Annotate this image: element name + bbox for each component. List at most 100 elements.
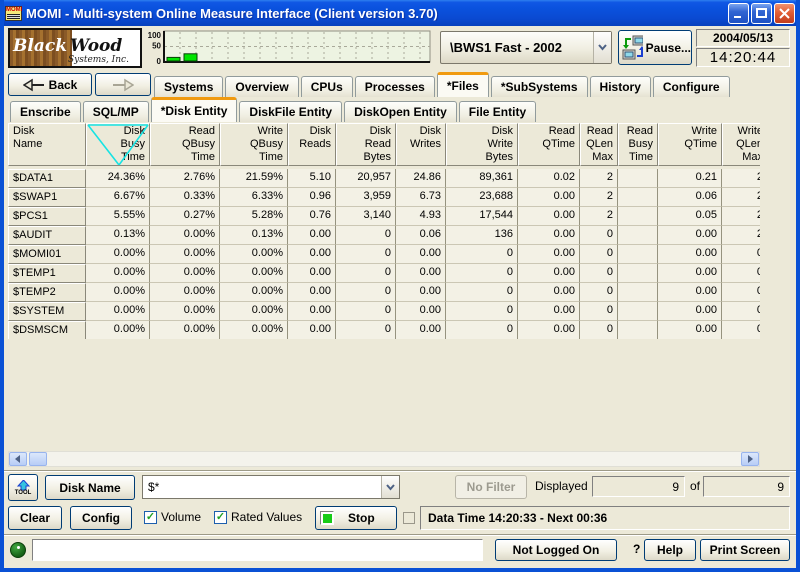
- not-logged-on-button[interactable]: Not Logged On: [495, 539, 617, 561]
- table-cell: 0.06: [658, 188, 722, 207]
- minimize-button[interactable]: [728, 3, 749, 24]
- disk-name-cell[interactable]: $AUDIT: [8, 226, 86, 245]
- table-row: $AUDIT0.13%0.00%0.13%0.0000.061360.0000.…: [8, 226, 760, 245]
- table-cell: 0.00: [288, 283, 336, 302]
- table-cell: 0.00%: [150, 283, 220, 302]
- column-header-disk-busy-time[interactable]: Disk Busy Time: [86, 123, 150, 166]
- scroll-left-button[interactable]: [9, 452, 27, 466]
- column-header-read-qlen-max[interactable]: Read QLen Max: [580, 123, 618, 166]
- column-header-read-qbusy-time[interactable]: Read QBusy Time: [150, 123, 220, 166]
- config-button[interactable]: Config: [70, 506, 132, 530]
- table-cell: 6.67%: [86, 188, 150, 207]
- table-cell: 2: [722, 188, 760, 207]
- tab-files[interactable]: *Files: [437, 72, 489, 97]
- scrollbar-track[interactable]: [47, 452, 741, 466]
- subtab-diskfile-entity[interactable]: DiskFile Entity: [239, 101, 342, 122]
- pause-button[interactable]: Pause...: [618, 30, 692, 65]
- forward-button[interactable]: [95, 73, 151, 96]
- svg-text:50: 50: [152, 42, 161, 51]
- table-cell: 0.00: [658, 283, 722, 302]
- disk-name-cell[interactable]: $TEMP2: [8, 283, 86, 302]
- table-cell: 6.33%: [220, 188, 288, 207]
- scroll-right-button[interactable]: [741, 452, 759, 466]
- column-header-disk-write-bytes[interactable]: Disk Write Bytes: [446, 123, 518, 166]
- sub-tab-bar: EnscribeSQL/MP*Disk EntityDiskFile Entit…: [4, 97, 796, 122]
- column-header-disk-name[interactable]: Disk Name: [8, 123, 86, 166]
- table-row: $TEMP20.00%0.00%0.00%0.0000.0000.0000.00…: [8, 283, 760, 302]
- table-cell: 0.00: [288, 226, 336, 245]
- column-header-disk-read-bytes[interactable]: Disk Read Bytes: [336, 123, 396, 166]
- tab-overview[interactable]: Overview: [225, 76, 298, 97]
- subtab-sql-mp[interactable]: SQL/MP: [83, 101, 149, 122]
- disk-name-cell[interactable]: $DSMSCM: [8, 321, 86, 339]
- disk-name-cell[interactable]: $MOMI01: [8, 245, 86, 264]
- filter-dropdown-button[interactable]: [381, 476, 399, 498]
- filter-pattern-combobox[interactable]: $*: [142, 475, 400, 499]
- total-count-field: 9: [703, 476, 790, 497]
- column-header-read-qtime[interactable]: Read QTime: [518, 123, 580, 166]
- status-pin-checkbox[interactable]: [403, 512, 415, 524]
- table-cell: 20,957: [336, 169, 396, 188]
- column-header-disk-reads[interactable]: Disk Reads: [288, 123, 336, 166]
- table-row: $SYSTEM0.00%0.00%0.00%0.0000.0000.0000.0…: [8, 302, 760, 321]
- tab-systems[interactable]: Systems: [154, 76, 223, 97]
- subtab-enscribe[interactable]: Enscribe: [10, 101, 81, 122]
- column-header-write-qbusy-time[interactable]: Write QBusy Time: [220, 123, 288, 166]
- table-cell: 0: [446, 321, 518, 339]
- column-header-disk-writes[interactable]: Disk Writes: [396, 123, 446, 166]
- table-cell: 0.00: [396, 245, 446, 264]
- table-cell: 21.59%: [220, 169, 288, 188]
- disk-name-cell[interactable]: $SWAP1: [8, 188, 86, 207]
- scrollbar-thumb[interactable]: [29, 452, 47, 466]
- disk-name-cell[interactable]: $TEMP1: [8, 264, 86, 283]
- horizontal-scrollbar[interactable]: [8, 451, 760, 467]
- disk-name-cell[interactable]: $PCS1: [8, 207, 86, 226]
- tool-label: TOOL: [15, 490, 32, 496]
- table-cell: 0.00%: [220, 245, 288, 264]
- maximize-button[interactable]: [751, 3, 772, 24]
- system-select-combobox[interactable]: \BWS1 Fast - 2002: [440, 31, 612, 64]
- table-cell: 24.36%: [86, 169, 150, 188]
- back-button[interactable]: Back: [8, 73, 92, 96]
- print-screen-button[interactable]: Print Screen: [700, 539, 790, 561]
- column-header-write-qlen-max[interactable]: Write QLen Max: [722, 123, 760, 166]
- running-led-icon: [320, 511, 334, 525]
- subtab-diskopen-entity[interactable]: DiskOpen Entity: [344, 101, 457, 122]
- tab-configure[interactable]: Configure: [653, 76, 730, 97]
- disk-name-cell[interactable]: $DATA1: [8, 169, 86, 188]
- disk-name-filter-button[interactable]: Disk Name: [45, 475, 135, 500]
- table-cell: 0: [336, 302, 396, 321]
- maximize-icon: [756, 8, 767, 19]
- tool-button[interactable]: TOOL: [8, 474, 38, 501]
- table-row: $MOMI010.00%0.00%0.00%0.0000.0000.0000.0…: [8, 245, 760, 264]
- clear-button[interactable]: Clear: [8, 506, 62, 530]
- tab-cpus[interactable]: CPUs: [301, 76, 353, 97]
- pause-label: Pause...: [646, 41, 691, 55]
- subtab-file-entity[interactable]: File Entity: [459, 101, 536, 122]
- chevron-down-icon: [386, 484, 395, 491]
- close-button[interactable]: [774, 3, 795, 24]
- table-cell: 0.00: [518, 302, 580, 321]
- tab-history[interactable]: History: [590, 76, 651, 97]
- table-cell: 0.00%: [86, 264, 150, 283]
- data-time-status: Data Time 14:20:33 - Next 00:36: [420, 506, 790, 530]
- table-cell: 0.00: [518, 226, 580, 245]
- help-button[interactable]: Help: [644, 539, 696, 561]
- disk-name-cell[interactable]: $SYSTEM: [8, 302, 86, 321]
- arrow-right-icon: [112, 78, 134, 92]
- table-cell: 0.05: [658, 207, 722, 226]
- table-cell: 0: [580, 283, 618, 302]
- column-header-read-busy-time[interactable]: Read Busy Time: [618, 123, 658, 166]
- minimize-icon: [733, 8, 744, 19]
- table-cell: 6.73: [396, 188, 446, 207]
- system-select-dropdown-button[interactable]: [593, 32, 611, 63]
- column-header-write-qtime[interactable]: Write QTime: [658, 123, 722, 166]
- table-cell: 2: [722, 169, 760, 188]
- rated-values-checkbox[interactable]: ✓: [214, 511, 227, 524]
- tab-processes[interactable]: Processes: [355, 76, 435, 97]
- stop-button[interactable]: Stop: [315, 506, 397, 530]
- title-bar[interactable]: MOMI MOMI - Multi-system Online Measure …: [0, 0, 800, 26]
- volume-checkbox[interactable]: ✓: [144, 511, 157, 524]
- tab-subsystems[interactable]: *SubSystems: [491, 76, 588, 97]
- subtab-disk-entity[interactable]: *Disk Entity: [151, 97, 238, 122]
